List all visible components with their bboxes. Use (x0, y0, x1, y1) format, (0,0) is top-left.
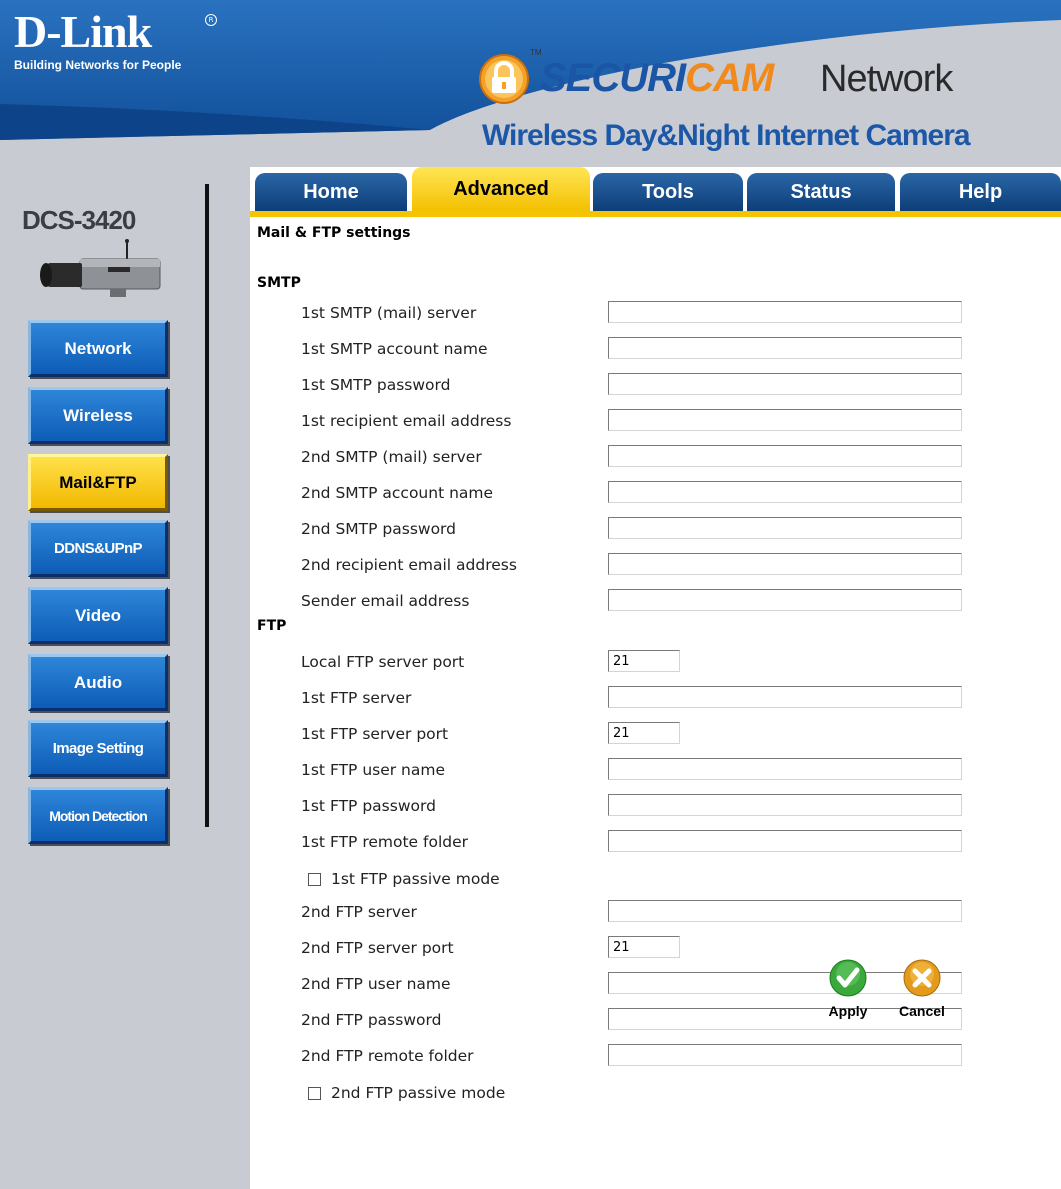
tab-home[interactable]: Home (255, 173, 407, 211)
ftp1-passive-checkbox[interactable] (308, 872, 321, 886)
dlink-tagline: Building Networks for People (14, 58, 182, 72)
tab-tools[interactable]: Tools (593, 173, 743, 211)
smtp2-password-label: 2nd SMTP password (301, 520, 456, 538)
registered-mark-icon: R (205, 14, 217, 26)
ftp2-passive-checkbox[interactable] (308, 1086, 321, 1100)
ftp2-folder-label: 2nd FTP remote folder (301, 1047, 474, 1065)
recipient2-email-label: 2nd recipient email address (301, 556, 517, 574)
header-banner: D-Link R Building Networks for People TM… (0, 0, 1061, 167)
sidebar: DCS-3420 Network Wireless Mail&FTP DDNS&… (0, 167, 250, 1189)
smtp1-account-input[interactable] (608, 337, 962, 359)
smtp1-server-label: 1st SMTP (mail) server (301, 304, 477, 322)
securicam-logo-part2: CAM (685, 56, 774, 100)
ftp1-folder-input[interactable] (608, 830, 962, 852)
cancel-x-icon (903, 959, 941, 997)
ftp1-user-input[interactable] (608, 758, 962, 780)
recipient1-email-label: 1st recipient email address (301, 412, 512, 430)
sender-email-label: Sender email address (301, 592, 470, 610)
smtp1-password-input[interactable] (608, 373, 962, 395)
smtp1-server-input[interactable] (608, 301, 962, 323)
ftp1-user-label: 1st FTP user name (301, 761, 446, 779)
smtp2-account-label: 2nd SMTP account name (301, 484, 494, 502)
tab-status[interactable]: Status (747, 173, 895, 211)
securicam-logo-part1: SECURI (540, 56, 686, 100)
tab-advanced[interactable]: Advanced (412, 167, 590, 211)
ftp2-server-label: 2nd FTP server (301, 903, 417, 921)
checkmark-icon (829, 959, 867, 997)
sidebar-item-image-setting[interactable]: Image Setting (28, 720, 168, 777)
local-ftp-port-input[interactable] (608, 650, 680, 672)
smtp1-password-label: 1st SMTP password (301, 376, 451, 394)
cancel-button[interactable]: Cancel (895, 959, 949, 1029)
ftp1-passive-row: 1st FTP passive mode (308, 870, 500, 888)
ftp2-password-label: 2nd FTP password (301, 1011, 442, 1029)
ftp-heading: FTP (257, 618, 287, 634)
ftp2-server-input[interactable] (608, 900, 962, 922)
smtp2-server-input[interactable] (608, 445, 962, 467)
ftp2-passive-row: 2nd FTP passive mode (308, 1084, 505, 1102)
top-tab-bar: Home Advanced Tools Status Help (250, 167, 1061, 217)
ftp1-password-input[interactable] (608, 794, 962, 816)
ftp1-server-label: 1st FTP server (301, 689, 412, 707)
ftp1-passive-label: 1st FTP passive mode (331, 870, 500, 888)
ftp2-port-label: 2nd FTP server port (301, 939, 454, 957)
sidebar-item-ddns-upnp[interactable]: DDNS&UPnP (28, 520, 168, 577)
ftp1-port-label: 1st FTP server port (301, 725, 449, 743)
network-logo-word: Network (820, 58, 953, 100)
sidebar-item-wireless[interactable]: Wireless (28, 387, 168, 444)
dlink-logo: D-Link (14, 6, 152, 57)
ftp1-port-input[interactable] (608, 722, 680, 744)
ftp2-folder-input[interactable] (608, 1044, 962, 1066)
ftp1-password-label: 1st FTP password (301, 797, 436, 815)
lock-icon (479, 54, 529, 104)
recipient2-email-input[interactable] (608, 553, 962, 575)
tab-help[interactable]: Help (900, 173, 1061, 211)
apply-button[interactable]: Apply (823, 959, 873, 1029)
ftp1-folder-label: 1st FTP remote folder (301, 833, 469, 851)
sender-email-input[interactable] (608, 589, 962, 611)
ftp1-server-input[interactable] (608, 686, 962, 708)
sidebar-item-audio[interactable]: Audio (28, 654, 168, 711)
ftp2-passive-label: 2nd FTP passive mode (331, 1084, 506, 1102)
page-title: Mail & FTP settings (257, 225, 411, 241)
sidebar-divider (205, 184, 209, 827)
smtp2-password-input[interactable] (608, 517, 962, 539)
sidebar-item-video[interactable]: Video (28, 587, 168, 644)
sidebar-item-network[interactable]: Network (28, 320, 168, 377)
smtp2-server-label: 2nd SMTP (mail) server (301, 448, 482, 466)
ftp2-port-input[interactable] (608, 936, 680, 958)
cancel-label: Cancel (899, 1003, 945, 1019)
model-name: DCS-3420 (22, 205, 136, 235)
apply-label: Apply (828, 1003, 868, 1019)
sidebar-item-motion-detection[interactable]: Motion Detection (28, 787, 168, 844)
sidebar-item-mail-ftp[interactable]: Mail&FTP (28, 454, 168, 511)
recipient1-email-input[interactable] (608, 409, 962, 431)
securicam-logo: SECURICAM (540, 56, 774, 101)
product-line-title: Wireless Day&Night Internet Camera (482, 119, 971, 152)
main-content: Mail & FTP settings SMTP 1st SMTP (mail)… (250, 217, 1061, 1189)
local-ftp-port-label: Local FTP server port (301, 653, 465, 671)
camera-image (40, 239, 161, 297)
smtp1-account-label: 1st SMTP account name (301, 340, 488, 358)
smtp-heading: SMTP (257, 275, 301, 291)
ftp2-user-label: 2nd FTP user name (301, 975, 451, 993)
smtp2-account-input[interactable] (608, 481, 962, 503)
